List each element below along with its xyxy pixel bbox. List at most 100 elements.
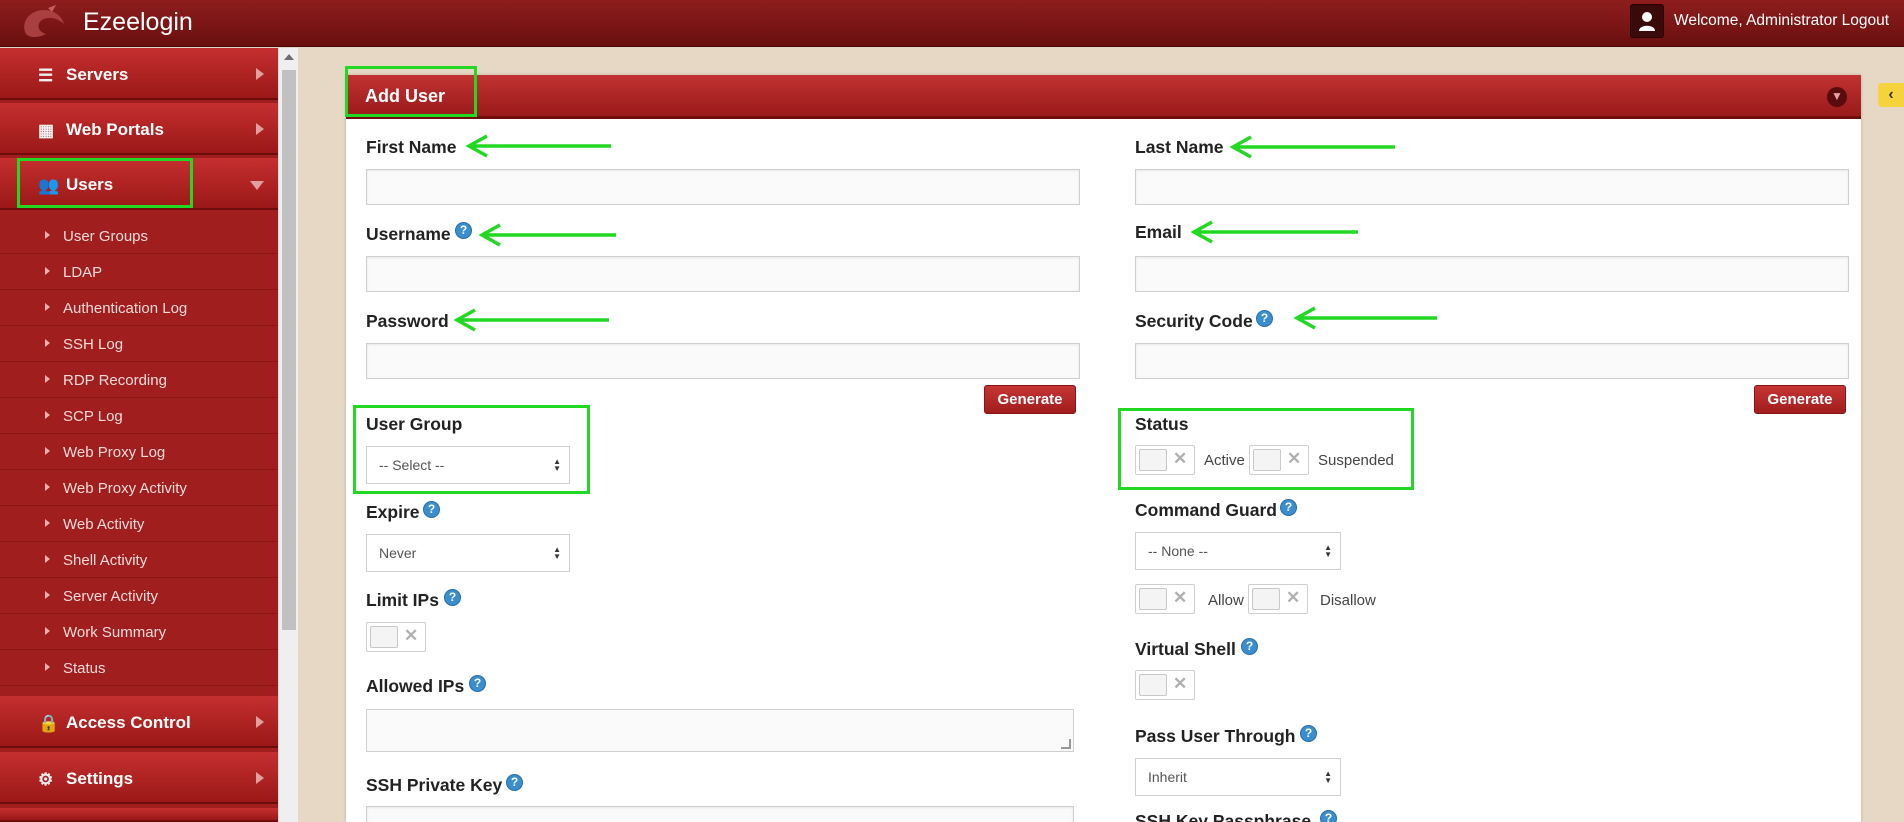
sidebar-subitem[interactable]: LDAP [0,254,278,290]
allow-label: Allow [1208,592,1244,609]
toggle-knob [1252,588,1280,610]
dragon-logo-icon[interactable] [18,4,74,42]
sidebar: ☰ Servers ▦ Web Portals 👥 Users User Gro… [0,48,278,822]
help-icon[interactable]: ? [469,675,486,692]
ssh-private-key-textarea[interactable] [366,806,1074,822]
collapse-side-tab[interactable]: ‹ [1878,83,1904,107]
app-brand[interactable]: Ezeelogin [83,8,193,37]
highlight-box [345,66,477,117]
sidebar-item-settings[interactable]: ⚙ Settings [0,752,278,804]
top-bar: Ezeelogin Welcome, Administrator Logout [0,0,1904,47]
ssh-key-passphrase-label: SSH Key Passphrase [1135,811,1312,822]
sidebar-subitem[interactable]: Work Summary [0,614,278,650]
sidebar-subitem[interactable]: SCP Log [0,398,278,434]
pass-user-through-select[interactable]: Inherit ▲ ▼ [1135,758,1341,796]
caret-right-icon [45,663,50,671]
sidebar-subitem[interactable]: Shell Activity [0,542,278,578]
help-icon[interactable]: ? [506,774,523,791]
sidebar-item-label: Settings [66,769,134,788]
security-code-label: Security Code [1135,311,1253,331]
green-arrow-icon [1293,306,1437,330]
scrollbar-thumb[interactable] [282,70,296,630]
panel-header: Add User ▼ [346,75,1861,119]
security-code-field[interactable] [1135,343,1849,379]
help-icon[interactable]: ? [1256,310,1273,327]
allowed-ips-textarea[interactable] [366,709,1074,752]
help-icon[interactable]: ? [444,589,461,606]
allow-toggle[interactable]: ✕ [1135,584,1195,614]
sidebar-subitem-label: Authentication Log [63,300,188,317]
highlight-box [17,158,193,208]
sidebar-subitem-label: Server Activity [63,588,159,605]
limit-ips-label: Limit IPs [366,590,439,610]
last-name-label: Last Name [1135,137,1224,157]
user-icon [1639,12,1655,31]
welcome-logout-link[interactable]: Welcome, Administrator Logout [1674,12,1889,30]
sidebar-subitem[interactable]: RDP Recording [0,362,278,398]
list-icon: ☰ [38,66,54,85]
green-arrow-icon [478,223,616,247]
sidebar-item-access-control[interactable]: 🔒 Access Control [0,696,278,748]
resize-grip-icon[interactable] [1061,739,1071,749]
expire-value: Never [379,545,417,561]
password-field[interactable] [366,343,1080,379]
sidebar-subitem[interactable]: Web Proxy Log [0,434,278,470]
disallow-toggle[interactable]: ✕ [1248,584,1308,614]
username-label: Username [366,224,451,244]
help-icon[interactable]: ? [455,222,472,239]
pass-user-through-value: Inherit [1148,769,1187,785]
sidebar-item-servers[interactable]: ☰ Servers [0,48,278,100]
generate-security-code-button[interactable]: Generate [1754,385,1846,414]
sidebar-item-web-portals[interactable]: ▦ Web Portals [0,103,278,155]
help-icon[interactable]: ? [1320,810,1337,822]
caret-right-icon [45,447,50,455]
sidebar-item-label: Access Control [66,713,191,732]
help-icon[interactable]: ? [1280,499,1297,516]
sidebar-subitem-label: Work Summary [63,624,167,641]
command-guard-select[interactable]: -- None -- ▲ ▼ [1135,532,1341,570]
green-arrow-icon [465,134,611,158]
sidebar-subitem[interactable]: Server Activity [0,578,278,614]
sidebar-subitem-label: User Groups [63,228,149,245]
chevron-down-icon[interactable]: ▼ [1827,87,1847,107]
close-icon: ✕ [404,626,419,645]
sidebar-subitem-label: Web Activity [63,516,145,533]
help-icon[interactable]: ? [1300,725,1317,742]
virtual-shell-label: Virtual Shell [1135,639,1236,659]
sidebar-item-partial[interactable] [0,808,278,822]
disallow-label: Disallow [1320,592,1376,609]
sidebar-scrollbar[interactable] [278,48,298,822]
first-name-field[interactable] [366,169,1080,205]
expire-select[interactable]: Never ▲ ▼ [366,534,570,572]
sidebar-subitem[interactable]: Authentication Log [0,290,278,326]
caret-right-icon [45,519,50,527]
email-label: Email [1135,222,1182,242]
sidebar-subitem[interactable]: Web Activity [0,506,278,542]
help-icon[interactable]: ? [1241,638,1258,655]
limit-ips-toggle[interactable]: ✕ [366,622,426,652]
sidebar-subitem[interactable]: Status [0,650,278,686]
command-guard-value: -- None -- [1148,543,1208,559]
chevron-right-icon [256,123,264,135]
username-field[interactable] [366,256,1080,292]
avatar[interactable] [1630,4,1664,38]
sidebar-subitem[interactable]: User Groups [0,218,278,254]
caret-right-icon [45,303,50,311]
sidebar-subitem[interactable]: Web Proxy Activity [0,470,278,506]
sidebar-subitem-label: SCP Log [63,408,123,425]
last-name-field[interactable] [1135,169,1849,205]
caret-right-icon [45,591,50,599]
green-arrow-icon [1229,135,1395,159]
virtual-shell-toggle[interactable]: ✕ [1135,670,1195,700]
scroll-up-arrow-icon[interactable] [284,54,294,60]
caret-right-icon [45,267,50,275]
email-field[interactable] [1135,256,1849,292]
caret-right-icon [45,555,50,563]
sidebar-item-label: Web Portals [66,120,164,139]
expire-label: Expire [366,502,420,522]
caret-right-icon [45,627,50,635]
sidebar-subitem[interactable]: SSH Log [0,326,278,362]
help-icon[interactable]: ? [423,501,440,518]
gears-icon: ⚙ [38,770,54,789]
generate-password-button[interactable]: Generate [984,385,1076,414]
